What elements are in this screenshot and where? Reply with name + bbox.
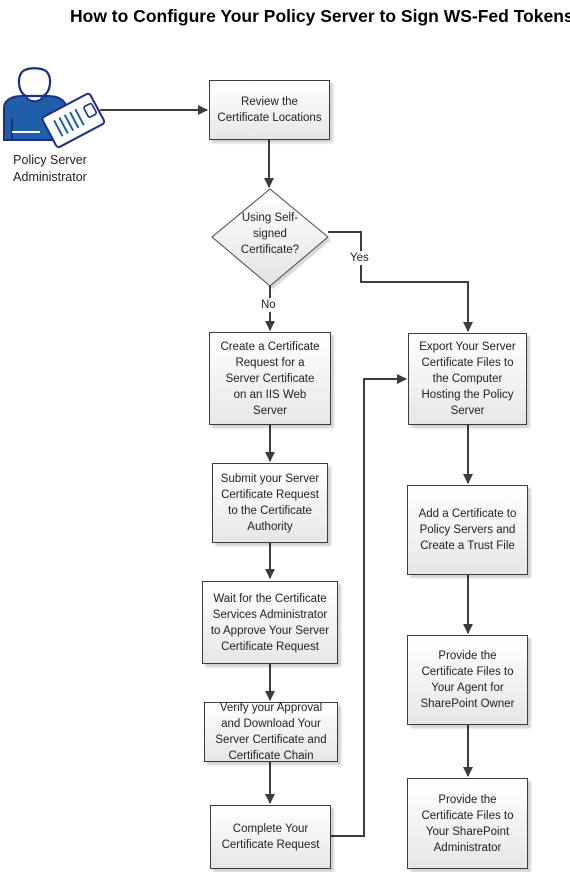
step-export-certificate-files: Export Your Server Certificate Files to … xyxy=(408,333,527,425)
step-wait-for-approval: Wait for the Certificate Services Admini… xyxy=(202,581,338,664)
step-text-line: Certificate Chain xyxy=(228,750,314,762)
step-text-line: Certificate Request xyxy=(221,489,319,501)
step-text-line: Your Agent for xyxy=(431,682,504,694)
step-text-line: Hosting the Policy xyxy=(421,389,514,401)
step-submit-certificate-request: Submit your Server Certificate Request t… xyxy=(212,463,328,543)
step-text-line: the Computer xyxy=(432,373,503,385)
decision-no-label: No xyxy=(261,298,276,312)
step-text-line: Review the xyxy=(241,96,298,108)
step-text-line: Add a Certificate to xyxy=(418,508,517,520)
actor-label-line-2: Administrator xyxy=(13,170,87,184)
decision-text-line: Using Self- xyxy=(241,212,299,224)
administrator-icon xyxy=(3,67,106,149)
step-text-line: Verify your Approval xyxy=(219,702,323,714)
step-text-line: Server xyxy=(450,405,485,417)
step-text-line: Provide the xyxy=(438,650,497,662)
decision-text-line: Certificate? xyxy=(240,244,300,256)
step-text-line: Export Your Server xyxy=(419,341,516,353)
step-text-line: Policy Servers and xyxy=(419,524,516,536)
actor-label: Policy Server Administrator xyxy=(0,152,100,186)
step-verify-and-download: Verify your Approval and Download Your S… xyxy=(204,702,338,762)
step-text-line: Administrator xyxy=(433,841,502,854)
step-text-line: to the Certificate xyxy=(228,505,312,517)
step-text-line: Create a Certificate xyxy=(220,340,320,353)
step-text-line: Request for a xyxy=(235,356,305,369)
step-text-line: Server xyxy=(253,404,287,417)
step-complete-certificate-request: Complete Your Certificate Request xyxy=(210,805,331,869)
step-text-line: to Approve Your Server xyxy=(210,624,330,637)
step-text-line: SharePoint Owner xyxy=(420,698,515,710)
step-text-line: Certificate Files to xyxy=(421,809,514,822)
step-provide-files-agent-owner: Provide the Certificate Files to Your Ag… xyxy=(407,635,528,725)
decision-label: Using Self- signed Certificate? xyxy=(222,210,318,258)
step-text-line: Certificate Request xyxy=(221,839,320,851)
step-text-line: Certificate Files to xyxy=(421,666,514,678)
step-text-line: Certificate Files to xyxy=(421,357,514,369)
arrow-complete-to-export xyxy=(331,374,407,837)
step-text-line: Complete Your xyxy=(232,823,309,835)
step-text-line: on an IIS Web xyxy=(233,388,307,401)
decision-yes-label: Yes xyxy=(350,251,369,265)
step-text-line: Server Certificate and xyxy=(215,734,327,746)
step-text-line: Server Certificate xyxy=(225,372,315,385)
step-text-line: and Download Your xyxy=(221,718,321,730)
arrow-decision-yes xyxy=(328,231,473,332)
step-text-line: Certificate Locations xyxy=(217,112,322,124)
step-text-line: Submit your Server xyxy=(220,473,320,485)
decision-text-line: signed xyxy=(253,228,287,240)
step-create-certificate-request: Create a Certificate Request for a Serve… xyxy=(209,332,331,425)
step-text-line: Services Administrator xyxy=(212,608,328,621)
step-text-line: Your SharePoint xyxy=(425,825,510,838)
actor-label-line-1: Policy Server xyxy=(13,153,87,167)
step-add-certificate-trust-file: Add a Certificate to Policy Servers and … xyxy=(407,485,528,575)
step-text-line: Certificate Request xyxy=(221,640,319,653)
step-text-line: Wait for the Certificate xyxy=(213,592,327,605)
step-text-line: Authority xyxy=(247,521,293,533)
step-review-certificate-locations: Review the Certificate Locations xyxy=(209,80,330,140)
step-text-line: Create a Trust File xyxy=(420,540,515,552)
step-text-line: Provide the xyxy=(438,793,497,806)
step-provide-files-sharepoint-admin: Provide the Certificate Files to Your Sh… xyxy=(407,778,528,869)
